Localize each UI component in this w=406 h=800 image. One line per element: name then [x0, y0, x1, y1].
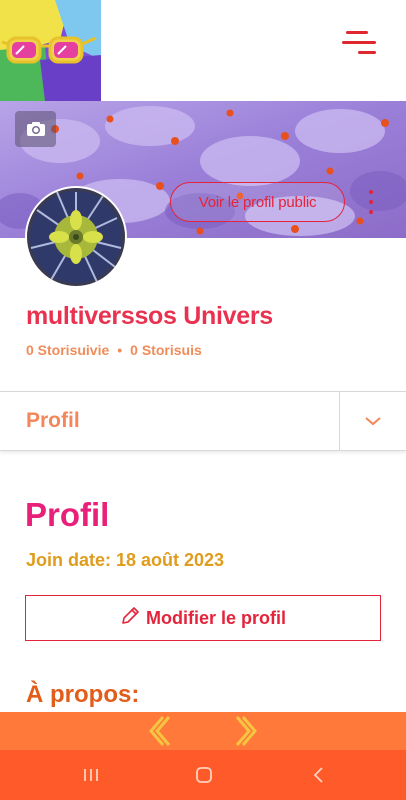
avatar[interactable] [25, 186, 127, 288]
camera-icon[interactable] [15, 111, 56, 147]
chevron-left-double-icon[interactable] [138, 712, 178, 750]
join-date: Join date: 18 août 2023 [26, 550, 225, 570]
sunglasses-logo-icon[interactable] [0, 0, 101, 101]
system-navigation-bar [0, 750, 406, 800]
section-dropdown-value: Profil [26, 409, 80, 432]
section-dropdown[interactable]: Profil [0, 391, 406, 451]
vertical-dots-icon[interactable] [366, 190, 376, 216]
home-icon[interactable] [179, 750, 229, 800]
following-count[interactable]: 0 Storisuis [130, 342, 202, 358]
profile-heading: Profil [25, 496, 110, 533]
follow-stats: 0 Storisuivie • 0 Storisuis [26, 342, 202, 358]
hamburger-menu-icon[interactable] [338, 26, 380, 62]
chevron-down-icon[interactable] [339, 392, 406, 450]
pager-bar [0, 712, 406, 750]
edit-profile-label: Modifier le profil [145, 607, 286, 628]
back-icon[interactable] [294, 750, 344, 800]
view-public-profile-button[interactable]: Voir le profil public [170, 182, 345, 222]
followers-count[interactable]: 0 Storisuivie [26, 342, 109, 358]
view-public-profile-label: Voir le profil public [198, 193, 317, 211]
chevron-right-double-icon[interactable] [228, 712, 268, 750]
about-heading: À propos: [26, 681, 140, 708]
pencil-icon [120, 606, 140, 631]
app-header [0, 0, 406, 101]
edit-profile-button[interactable]: Modifier le profil [25, 595, 381, 641]
stats-separator: • [117, 342, 123, 358]
user-name: multiverssos Univers [26, 302, 273, 330]
recents-icon[interactable] [66, 750, 116, 800]
